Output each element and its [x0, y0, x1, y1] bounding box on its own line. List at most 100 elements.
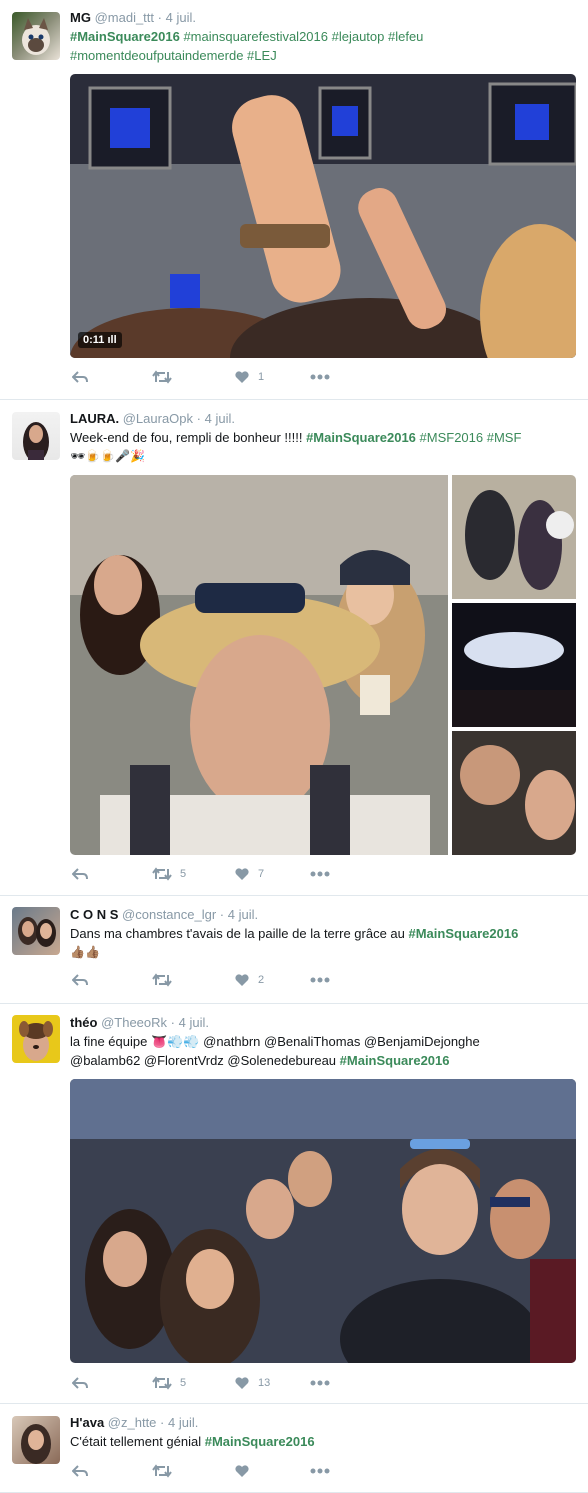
reply-button[interactable] — [72, 370, 88, 384]
emoji-line: 🕶🍺🍺🎤🎉 — [70, 449, 145, 463]
like-count: 13 — [258, 1377, 271, 1389]
hashtag[interactable]: #MainSquare2016 — [409, 926, 519, 941]
text-segment: Dans ma chambres t'avais de la paille de… — [70, 926, 409, 941]
tweet[interactable]: théo @TheeoRk · 4 juil. la fine équipe 👅… — [0, 1004, 588, 1404]
retweet-button[interactable]: 5 — [152, 867, 186, 881]
more-icon — [310, 1380, 330, 1386]
reply-button[interactable] — [72, 973, 88, 987]
retweet-button[interactable] — [152, 1464, 172, 1478]
like-count: 2 — [258, 974, 265, 986]
username[interactable]: @madi_ttt — [95, 10, 154, 25]
retweet-button[interactable]: 5 — [152, 1376, 186, 1390]
retweet-icon — [152, 370, 172, 384]
avatar[interactable] — [12, 412, 60, 460]
display-name[interactable]: H'ava — [70, 1415, 104, 1430]
retweet-count: 5 — [180, 1377, 187, 1389]
retweet-icon — [152, 1376, 172, 1390]
hashtag[interactable]: #MainSquare2016 — [306, 430, 416, 445]
dog-filter-avatar-icon — [19, 1021, 53, 1061]
retweet-icon — [152, 867, 172, 881]
photo-media[interactable] — [70, 1079, 576, 1363]
emoji-line: 👍🏽👍🏽 — [70, 945, 100, 959]
like-button[interactable] — [234, 1464, 250, 1478]
hashtag[interactable]: #MainSquare2016 — [340, 1053, 450, 1068]
avatar[interactable] — [12, 12, 60, 60]
hashtag[interactable]: #MainSquare2016 — [205, 1434, 315, 1449]
heart-icon — [235, 974, 249, 986]
separator: · — [160, 1415, 165, 1430]
hashtag[interactable]: #MainSquare2016 — [70, 29, 180, 44]
hashtag[interactable]: #MSF2016 #MSF — [416, 430, 522, 445]
text-segment: Week-end de fou, rempli de bonheur !!!!! — [70, 430, 307, 445]
avatar[interactable] — [12, 907, 60, 955]
more-icon — [310, 977, 330, 983]
more-button[interactable] — [310, 374, 330, 380]
reply-icon — [72, 1465, 88, 1477]
tweet-header: LAURA. @LauraOpk · 4 juil. — [70, 411, 235, 427]
portrait-avatar-icon — [23, 422, 49, 460]
more-button[interactable] — [310, 1468, 330, 1474]
tweet[interactable]: LAURA. @LauraOpk · 4 juil. Week-end de f… — [0, 400, 588, 896]
heart-icon — [235, 1465, 249, 1477]
heart-icon — [235, 371, 249, 383]
username[interactable]: @z_htte — [108, 1415, 157, 1430]
heart-icon — [235, 868, 249, 880]
display-name[interactable]: MG — [70, 10, 91, 25]
display-name[interactable]: C O N S — [70, 907, 118, 922]
display-name[interactable]: théo — [70, 1015, 97, 1030]
retweet-count: 5 — [180, 868, 187, 880]
retweet-button[interactable] — [152, 973, 172, 987]
tweet-text: Week-end de fou, rempli de bonheur !!!!!… — [70, 428, 575, 466]
username[interactable]: @TheeoRk — [101, 1015, 167, 1030]
reply-icon — [72, 1377, 88, 1389]
video-media[interactable]: 0:11 ıll — [70, 74, 576, 358]
festival-photo-grid — [70, 475, 576, 855]
like-count: 7 — [258, 868, 265, 880]
hashtag[interactable]: #mainsquarefestival2016 #lejautop #lefeu — [180, 29, 423, 44]
tweet-date[interactable]: 4 juil. — [166, 10, 196, 25]
photo-grid[interactable] — [70, 475, 576, 855]
tweet[interactable]: C O N S @constance_lgr · 4 juil. Dans ma… — [0, 896, 588, 1004]
tweet-date[interactable]: 4 juil. — [168, 1415, 198, 1430]
like-count: 1 — [258, 371, 265, 383]
separator: · — [196, 411, 201, 426]
tweet-date[interactable]: 4 juil. — [205, 411, 235, 426]
like-button[interactable]: 1 — [234, 370, 264, 384]
like-button[interactable]: 2 — [234, 973, 264, 987]
tweet[interactable]: MG @madi_ttt · 4 juil. #MainSquare2016 #… — [0, 0, 588, 400]
tweet-date[interactable]: 4 juil. — [179, 1015, 209, 1030]
reply-icon — [72, 868, 88, 880]
retweet-icon — [152, 973, 172, 987]
hashtag[interactable]: #momentdeoufputaindemerde #LEJ — [70, 48, 277, 63]
tweet-header: H'ava @z_htte · 4 juil. — [70, 1415, 198, 1431]
tweet-header: théo @TheeoRk · 4 juil. — [70, 1015, 209, 1031]
like-button[interactable]: 7 — [234, 867, 264, 881]
cat-avatar-icon — [22, 18, 50, 55]
reply-button[interactable] — [72, 867, 88, 881]
text-segment: la fine équipe 👅💨💨 @nathbrn @BenaliThoma… — [70, 1034, 480, 1049]
separator: · — [157, 10, 162, 25]
retweet-button[interactable] — [152, 370, 172, 384]
display-name[interactable]: LAURA. — [70, 411, 119, 426]
reply-button[interactable] — [72, 1464, 88, 1478]
duo-avatar-icon — [18, 917, 56, 947]
avatar[interactable] — [12, 1416, 60, 1464]
more-button[interactable] — [310, 871, 330, 877]
tweet-text: C'était tellement génial #MainSquare2016 — [70, 1432, 575, 1451]
tweet-header: MG @madi_ttt · 4 juil. — [70, 10, 196, 26]
username[interactable]: @constance_lgr — [122, 907, 216, 922]
username[interactable]: @LauraOpk — [123, 411, 193, 426]
reply-button[interactable] — [72, 1376, 88, 1390]
more-button[interactable] — [310, 1380, 330, 1386]
tweet-date[interactable]: 4 juil. — [228, 907, 258, 922]
tweet[interactable]: H'ava @z_htte · 4 juil. C'était tellemen… — [0, 1404, 588, 1493]
concert-video-thumbnail — [70, 74, 576, 358]
heart-icon — [235, 1377, 249, 1389]
more-button[interactable] — [310, 977, 330, 983]
avatar[interactable] — [12, 1015, 60, 1063]
tweet-text: #MainSquare2016 #mainsquarefestival2016 … — [70, 27, 575, 65]
like-button[interactable]: 13 — [234, 1376, 270, 1390]
portrait-avatar-icon — [21, 1424, 51, 1464]
reply-icon — [72, 974, 88, 986]
retweet-icon — [152, 1464, 172, 1478]
